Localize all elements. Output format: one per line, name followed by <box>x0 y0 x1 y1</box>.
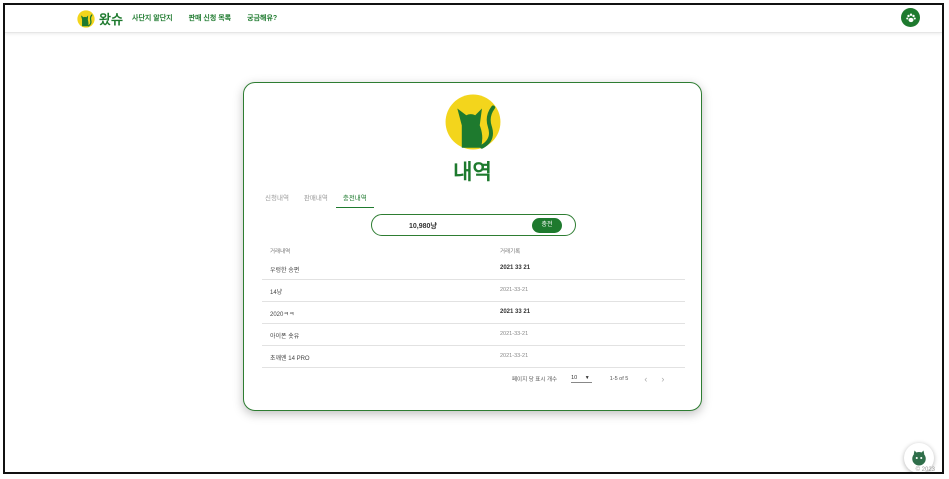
nav-links: 사단지 알단지 판매 신청 목록 궁금해유? <box>132 13 293 23</box>
table-row[interactable]: 아이폰 숏유 2021-33-21 <box>262 324 685 346</box>
pagination-range: 1-5 of 5 <box>609 376 629 382</box>
row-item: 우렁한 송편 <box>270 268 300 274</box>
table-row[interactable]: 우렁한 송편 2021 33 21 <box>262 258 685 280</box>
tab-requests[interactable]: 신청내역 <box>258 188 296 208</box>
row-date: 2021 33 21 <box>500 265 531 271</box>
balance-value: 10,980냥 <box>409 223 437 230</box>
row-date: 2021-33-21 <box>500 331 529 337</box>
row-item: 초깨엔 14 PRO <box>270 356 310 362</box>
row-date: 2021-33-21 <box>500 287 529 293</box>
cat-logo-icon <box>445 94 501 150</box>
table-row[interactable]: 2020ㅋㅋ 2021 33 21 <box>262 302 685 324</box>
history-card: 내역 신청내역 판매내역 충전내역 10,980냥 충전 거래내역 거래기록 우… <box>243 82 702 411</box>
row-item: 14냥 <box>270 290 283 296</box>
rows-per-page-label: 페이지 당 표시 개수 <box>512 377 558 383</box>
cat-chat-icon <box>912 450 926 466</box>
paw-icon <box>905 13 916 22</box>
column-header-item[interactable]: 거래내역 <box>270 247 290 255</box>
nav-link-buy[interactable]: 사단지 알단지 <box>132 13 173 23</box>
charge-button[interactable]: 충전 <box>532 218 562 233</box>
page-title: 내역 <box>453 161 492 184</box>
nav-link-faq[interactable]: 궁금해유? <box>247 13 277 23</box>
pagination: 페이지 당 표시 개수 10 ▼ 1-5 of 5 ‹ › <box>512 373 664 385</box>
table-row[interactable]: 14냥 2021-33-21 <box>262 280 685 302</box>
row-date: 2021 33 21 <box>500 309 531 315</box>
rows-per-page-value: 10 <box>571 375 578 381</box>
tab-sales[interactable]: 판매내역 <box>297 188 335 208</box>
brand-name: 왔슈 <box>99 12 123 27</box>
brand[interactable]: 왔슈 <box>77 9 123 28</box>
table-header: 거래내역 거래기록 <box>262 241 685 258</box>
balance-box: 10,980냥 충전 <box>371 214 576 236</box>
nav-link-sale-requests[interactable]: 판매 신청 목록 <box>189 13 232 23</box>
cat-logo-icon <box>77 9 95 28</box>
profile-button[interactable] <box>901 8 920 27</box>
table-row[interactable]: 초깨엔 14 PRO 2021-33-21 <box>262 346 685 368</box>
row-item: 아이폰 숏유 <box>270 334 300 340</box>
column-header-date[interactable]: 거래기록 <box>500 247 520 255</box>
chevron-down-icon: ▼ <box>584 375 590 381</box>
history-table: 거래내역 거래기록 우렁한 송편 2021 33 21 14냥 2021-33-… <box>262 241 685 368</box>
row-item: 2020ㅋㅋ <box>270 312 295 318</box>
copyright-text: © 2023 <box>915 467 935 473</box>
history-tabs: 신청내역 판매내역 충전내역 <box>258 188 375 208</box>
prev-page-button[interactable]: ‹ <box>644 374 647 384</box>
next-page-button[interactable]: › <box>661 374 664 384</box>
tab-charges[interactable]: 충전내역 <box>335 188 374 208</box>
navbar: 왔슈 사단지 알단지 판매 신청 목록 궁금해유? <box>5 5 942 33</box>
row-date: 2021-33-21 <box>500 353 529 359</box>
app-window: 왔슈 사단지 알단지 판매 신청 목록 궁금해유? 내역 신청내역 판매내역 충… <box>3 3 944 474</box>
rows-per-page-select[interactable]: 10 ▼ <box>571 375 592 383</box>
